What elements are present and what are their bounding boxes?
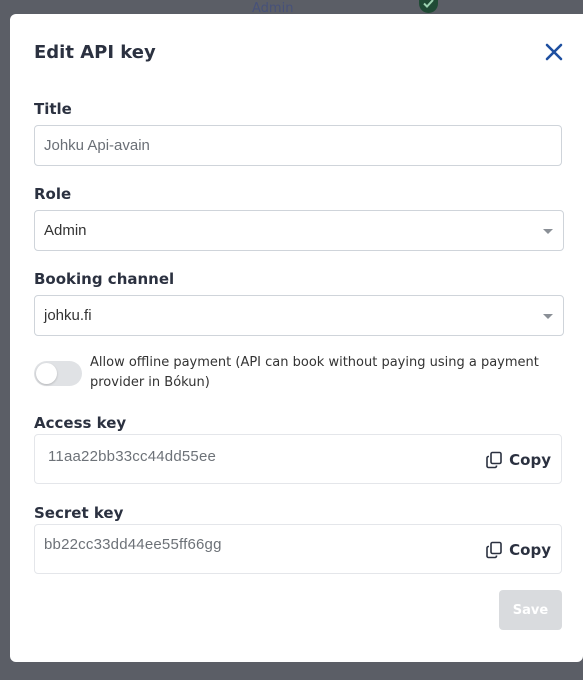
booking-channel-label: Booking channel xyxy=(34,270,175,288)
chevron-down-icon xyxy=(543,229,553,234)
save-button[interactable]: Save xyxy=(499,590,562,630)
booking-channel-select-value: johku.fi xyxy=(44,307,92,324)
copy-access-key-button[interactable]: Copy xyxy=(485,449,551,471)
chevron-down-icon xyxy=(543,314,553,319)
offline-payment-toggle[interactable] xyxy=(34,361,82,386)
secret-key-label: Secret key xyxy=(34,504,124,522)
access-key-field: 11aa22bb33cc44dd55ee Copy xyxy=(34,434,562,484)
close-button[interactable] xyxy=(542,40,566,64)
booking-channel-select[interactable]: johku.fi xyxy=(34,295,564,336)
toggle-knob xyxy=(36,363,57,384)
offline-payment-label: Allow offline payment (API can book with… xyxy=(90,355,539,390)
access-key-value: 11aa22bb33cc44dd55ee xyxy=(48,448,217,465)
copy-secret-key-button[interactable]: Copy xyxy=(485,539,551,561)
secret-key-value: bb22cc33dd44ee55ff66gg xyxy=(44,536,222,553)
secret-key-field: bb22cc33dd44ee55ff66gg Copy xyxy=(34,524,562,574)
title-input[interactable] xyxy=(34,125,562,166)
role-select-value: Admin xyxy=(44,222,87,239)
check-icon xyxy=(419,0,438,13)
copy-icon xyxy=(486,541,502,559)
copy-label: Copy xyxy=(509,541,551,559)
copy-label: Copy xyxy=(509,451,551,469)
close-icon xyxy=(545,43,563,61)
copy-icon xyxy=(486,451,502,469)
modal-title: Edit API key xyxy=(34,42,156,63)
role-label: Role xyxy=(34,185,72,203)
background-page: Admin xyxy=(0,0,583,16)
edit-api-key-modal: Edit API key Title Role Admin Booking ch… xyxy=(10,14,583,662)
role-select[interactable]: Admin xyxy=(34,210,564,251)
access-key-label: Access key xyxy=(34,414,127,432)
title-label: Title xyxy=(34,100,72,118)
